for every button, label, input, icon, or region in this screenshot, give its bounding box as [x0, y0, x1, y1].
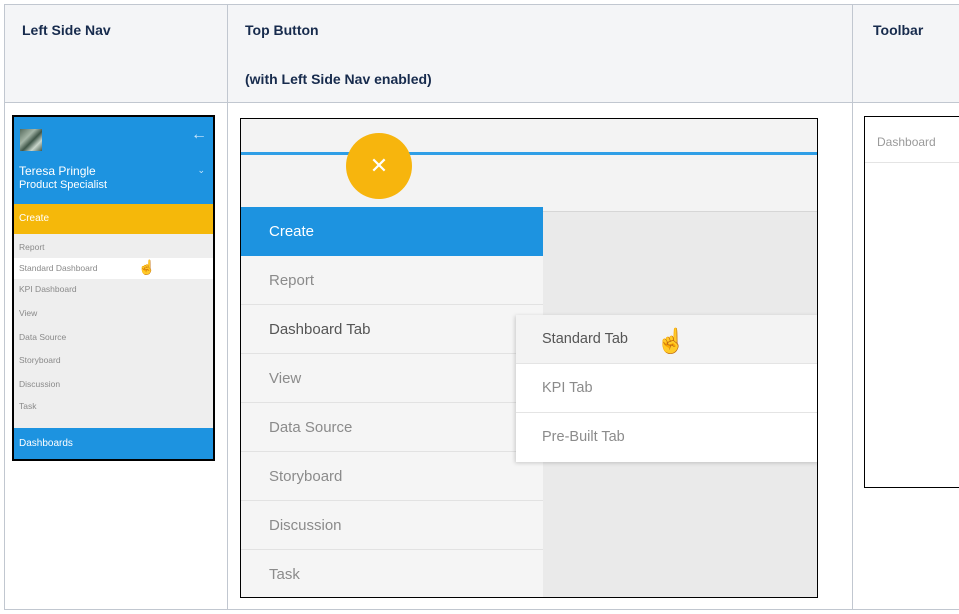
nav-dashboards[interactable]: Dashboards — [14, 428, 213, 459]
top-bar — [241, 119, 817, 211]
submenu-item-pre-built-tab[interactable]: Pre-Built Tab — [516, 413, 817, 462]
header-toolbar: Toolbar — [873, 22, 924, 38]
toolbar-screenshot: Dashboard — [864, 116, 959, 488]
avatar[interactable] — [20, 129, 42, 151]
nav-item-standard-dashboard[interactable]: Standard Dashboard ☝ — [14, 258, 213, 279]
nav-item-kpi-dashboard[interactable]: KPI Dashboard — [14, 279, 213, 300]
menu-item-dashboard-tab[interactable]: Dashboard Tab — [241, 305, 543, 354]
toolbar-bar: Dashboard — [865, 117, 959, 163]
table-border-left — [4, 4, 5, 610]
toolbar-dashboard-label[interactable]: Dashboard — [877, 135, 936, 149]
nav-item-report[interactable]: Report — [14, 237, 213, 258]
close-icon[interactable]: ✕ — [346, 133, 412, 199]
nav-create-list: Report Standard Dashboard ☝ KPI Dashboard… — [14, 234, 213, 428]
table-divider-2 — [852, 4, 853, 610]
nav-item-task[interactable]: Task — [14, 396, 213, 417]
left-side-nav-screenshot: ← Teresa Pringle Product Specialist ⌄ Cr… — [12, 115, 215, 461]
dashboard-tab-submenu: Standard Tab ☝ KPI Tab Pre-Built Tab — [516, 315, 817, 462]
nav-create[interactable]: Create — [14, 204, 213, 234]
nav-item-storyboard[interactable]: Storyboard — [14, 350, 213, 371]
user-role: Product Specialist — [19, 179, 108, 191]
table-divider-1 — [227, 4, 228, 610]
submenu-item-standard-tab[interactable]: Standard Tab ☝ — [516, 315, 817, 364]
menu-item-task[interactable]: Task — [241, 550, 543, 597]
menu-item-create[interactable]: Create — [241, 207, 543, 256]
nav-create-label: Create — [19, 213, 50, 224]
pointer-hand-icon: ☝ — [656, 328, 686, 355]
nav-item-discussion[interactable]: Discussion — [14, 374, 213, 395]
table-border-header — [4, 102, 959, 103]
header-left-side-nav: Left Side Nav — [22, 22, 111, 38]
chevron-down-icon[interactable]: ⌄ — [197, 165, 205, 176]
menu-item-discussion[interactable]: Discussion — [241, 501, 543, 550]
top-bar-accent-line — [241, 152, 817, 155]
pointer-hand-icon: ☝ — [138, 259, 156, 275]
nav-item-data-source[interactable]: Data Source — [14, 327, 213, 348]
create-menu: Create Report Dashboard Tab View Data So… — [241, 207, 543, 597]
table-border-top — [4, 4, 959, 5]
user-name: Teresa Pringle — [19, 164, 96, 178]
nav-item-view[interactable]: View — [14, 303, 213, 324]
nav-dashboards-label: Dashboards — [19, 438, 73, 449]
comparison-table: Left Side Nav Top Button (with Left Side… — [0, 0, 959, 614]
table-header-row — [4, 4, 959, 102]
table-border-bottom — [4, 609, 959, 610]
top-button-screenshot: ✕ Create Report Dashboard Tab View Data … — [240, 118, 818, 598]
header-top-button: Top Button — [245, 22, 319, 38]
menu-item-storyboard[interactable]: Storyboard — [241, 452, 543, 501]
menu-item-view[interactable]: View — [241, 354, 543, 403]
header-top-button-note: (with Left Side Nav enabled) — [245, 71, 432, 87]
menu-item-data-source[interactable]: Data Source — [241, 403, 543, 452]
back-arrow-icon[interactable]: ← — [191, 127, 207, 143]
submenu-item-kpi-tab[interactable]: KPI Tab — [516, 364, 817, 413]
menu-item-report[interactable]: Report — [241, 256, 543, 305]
